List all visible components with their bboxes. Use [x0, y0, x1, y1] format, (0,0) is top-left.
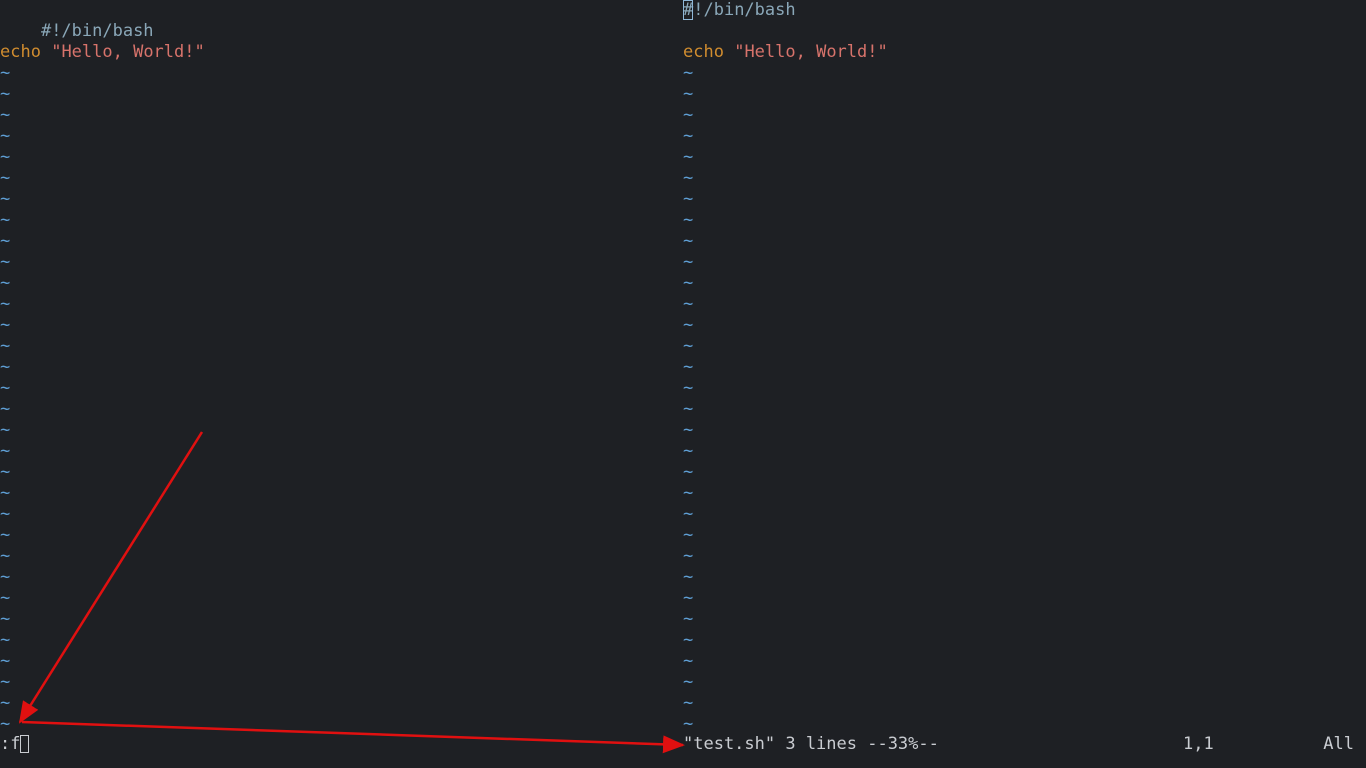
empty-line-tilde: ~: [683, 672, 694, 692]
empty-line-tilde: ~: [683, 357, 694, 377]
empty-line-tilde: ~: [683, 315, 694, 335]
empty-line-tilde: ~: [0, 462, 11, 482]
empty-line-tilde: ~: [683, 441, 694, 461]
echo-keyword: echo: [683, 42, 724, 62]
empty-line-tilde: ~: [683, 168, 694, 188]
empty-line-tilde: ~: [0, 504, 11, 524]
empty-line-tilde: ~: [683, 126, 694, 146]
empty-line-tilde: ~: [683, 567, 694, 587]
empty-line-tilde: ~: [0, 273, 11, 293]
empty-line-tilde: ~: [683, 147, 694, 167]
empty-line-tilde: ~: [0, 378, 11, 398]
empty-line-tilde: ~: [0, 483, 11, 503]
empty-line-markers: ~ ~ ~ ~ ~ ~ ~ ~ ~ ~ ~ ~ ~ ~ ~ ~ ~ ~ ~ ~ ~ ~ ~ ~ ~ ~ ~ ~ ~ ~ ~ ~: [683, 63, 1366, 735]
empty-line-tilde: ~: [683, 231, 694, 251]
scroll-indicator: All: [1323, 734, 1354, 754]
right-editor-pane[interactable]: #!/bin/bash echo "Hello, World!" ~ ~ ~ ~ ~ ~ ~…: [683, 0, 1366, 735]
empty-line-tilde: ~: [683, 105, 694, 125]
empty-line-tilde: ~: [0, 315, 11, 335]
left-editor-pane[interactable]: #!/bin/bash echo "Hello, World!" ~ ~ ~ ~ ~ ~ ~…: [0, 0, 672, 735]
empty-line-tilde: ~: [0, 630, 11, 650]
empty-line-tilde: ~: [0, 588, 11, 608]
empty-line-tilde: ~: [683, 84, 694, 104]
empty-line-tilde: ~: [683, 399, 694, 419]
empty-line-tilde: ~: [683, 336, 694, 356]
echo-string: "Hello, World!": [51, 42, 205, 62]
command-cursor: [20, 735, 30, 753]
empty-line-tilde: ~: [683, 378, 694, 398]
empty-line-tilde: ~: [683, 420, 694, 440]
file-info-message: "test.sh" 3 lines --33%--: [683, 734, 939, 754]
empty-line-tilde: ~: [0, 336, 11, 356]
empty-line-tilde: ~: [0, 84, 11, 104]
empty-line-tilde: ~: [683, 714, 694, 734]
shebang-text: #!/bin/bash: [40, 21, 154, 41]
empty-line-tilde: ~: [683, 294, 694, 314]
empty-line-tilde: ~: [683, 63, 694, 83]
empty-line-tilde: ~: [0, 168, 11, 188]
empty-line-tilde: ~: [683, 609, 694, 629]
empty-line-tilde: ~: [0, 441, 11, 461]
empty-line-tilde: ~: [0, 546, 11, 566]
empty-line-tilde: ~: [0, 567, 11, 587]
empty-line-markers: ~ ~ ~ ~ ~ ~ ~ ~ ~ ~ ~ ~ ~ ~ ~ ~ ~ ~ ~ ~ ~ ~ ~ ~ ~ ~ ~ ~ ~ ~ ~ ~: [0, 63, 672, 735]
echo-keyword: echo: [0, 42, 41, 62]
shebang-text: !/bin/bash: [693, 0, 796, 20]
empty-line-tilde: ~: [683, 273, 694, 293]
empty-line-tilde: ~: [683, 483, 694, 503]
cursor-position: 1,1: [1183, 734, 1214, 754]
empty-line-tilde: ~: [683, 546, 694, 566]
text-cursor: #: [683, 0, 694, 20]
empty-line-tilde: ~: [683, 252, 694, 272]
empty-line-tilde: ~: [0, 147, 11, 167]
empty-line-tilde: ~: [683, 630, 694, 650]
empty-line-tilde: ~: [683, 462, 694, 482]
code-line-echo: echo "Hello, World!": [0, 42, 672, 63]
empty-line-tilde: ~: [0, 294, 11, 314]
code-line-echo: echo "Hello, World!": [683, 42, 1366, 63]
empty-line-tilde: ~: [0, 231, 11, 251]
command-text: :f: [0, 734, 21, 754]
empty-line-tilde: ~: [0, 651, 11, 671]
empty-line-tilde: ~: [683, 651, 694, 671]
empty-line-tilde: ~: [0, 357, 11, 377]
empty-line-tilde: ~: [683, 210, 694, 230]
empty-line-tilde: ~: [0, 252, 11, 272]
empty-line-tilde: ~: [0, 126, 11, 146]
empty-line-tilde: ~: [0, 210, 11, 230]
command-line[interactable]: :f: [0, 734, 30, 755]
code-line-shebang: #!/bin/bash: [0, 0, 672, 41]
empty-line-tilde: ~: [683, 525, 694, 545]
empty-line-tilde: ~: [683, 504, 694, 524]
empty-line-tilde: ~: [0, 672, 11, 692]
empty-line-tilde: ~: [683, 693, 694, 713]
empty-line-tilde: ~: [0, 714, 11, 734]
empty-line-tilde: ~: [0, 63, 11, 83]
empty-line-tilde: ~: [0, 420, 11, 440]
echo-string: "Hello, World!": [734, 42, 888, 62]
empty-line-tilde: ~: [0, 105, 11, 125]
empty-line-tilde: ~: [683, 588, 694, 608]
empty-line-tilde: ~: [0, 525, 11, 545]
empty-line-tilde: ~: [0, 609, 11, 629]
empty-line-tilde: ~: [0, 189, 11, 209]
empty-line-tilde: ~: [0, 399, 11, 419]
empty-line-tilde: ~: [683, 189, 694, 209]
empty-line-tilde: ~: [0, 693, 11, 713]
code-line-shebang: #!/bin/bash: [683, 0, 1366, 21]
